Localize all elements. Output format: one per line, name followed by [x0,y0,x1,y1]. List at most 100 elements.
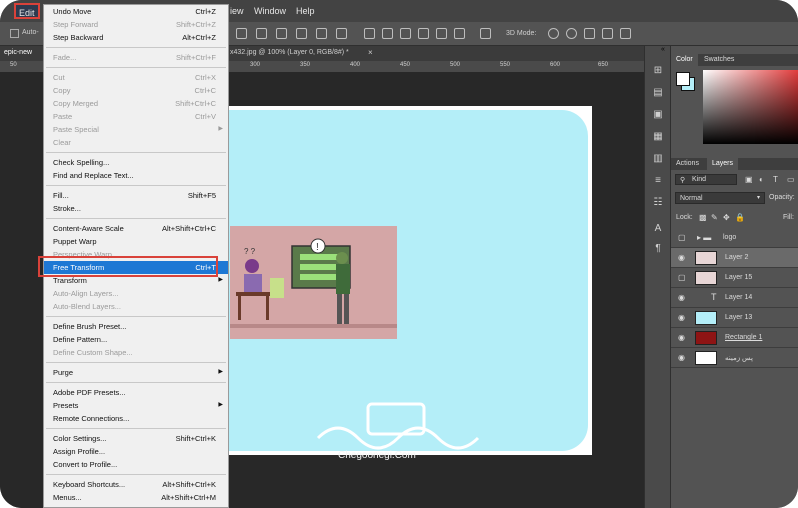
menu-item-auto-align-layers[interactable]: Auto-Align Layers... [44,287,228,300]
3d-roll-icon[interactable] [566,28,577,39]
layer-row[interactable]: ▢ Layer 15 [671,268,798,288]
menu-item-remote-connections[interactable]: Remote Connections... [44,412,228,425]
menu-item-cut[interactable]: Cut Ctrl+X [44,71,228,84]
tab-color[interactable]: Color [671,54,698,66]
filter-type-icon[interactable]: T [773,175,778,184]
menu-item-paste-special[interactable]: Paste Special ▶ [44,123,228,136]
menu-item-free-transform[interactable]: Free Transform Ctrl+T [44,261,228,274]
distribute-hcenter-icon[interactable] [436,28,447,39]
menu-item-perspective-warp[interactable]: Perspective Warp [44,248,228,261]
menu-item-color-settings[interactable]: Color Settings... Shift+Ctrl+K [44,432,228,445]
swatches-icon[interactable]: ▥ [651,152,665,166]
menu-item-copy[interactable]: Copy Ctrl+C [44,84,228,97]
distribute-vcenter-icon[interactable] [382,28,393,39]
brush-presets-icon[interactable]: ≡ [651,174,665,188]
menu-item-copy-merged[interactable]: Copy Merged Shift+Ctrl+C [44,97,228,110]
lock-position-icon[interactable]: ✥ [723,213,730,222]
tab-left-document[interactable]: epic-new [4,49,32,56]
color-picker-field[interactable] [703,70,798,144]
layer-row[interactable]: ◉ T Layer 14 [671,288,798,308]
filter-shape-icon[interactable]: ▭ [787,175,795,184]
filter-adjustment-icon[interactable]: ◐ [759,175,764,184]
layer-row[interactable]: ◉ پس زمینه [671,348,798,368]
align-bottom-icon[interactable] [276,28,287,39]
layer-row[interactable]: ◉ Layer 13 [671,308,798,328]
eye-icon[interactable]: ◉ [678,313,685,322]
menu-item-purge[interactable]: Purge ▶ [44,366,228,379]
tab-actions[interactable]: Actions [671,158,704,170]
layer-filter-kind-select[interactable]: ⚲ Kind [675,174,737,185]
menu-item-define-brush-preset[interactable]: Define Brush Preset... [44,320,228,333]
properties-icon[interactable]: ▤ [651,86,665,100]
document-canvas[interactable]: ! ? ? Chegoonegi.Com [170,106,592,461]
align-top-icon[interactable] [236,28,247,39]
distribute-top-icon[interactable] [364,28,375,39]
align-hcenter-icon[interactable] [316,28,327,39]
menu-item-adobe-pdf-presets[interactable]: Adobe PDF Presets... [44,386,228,399]
menu-item-fade[interactable]: Fade... Shift+Ctrl+F [44,51,228,64]
menu-item-clear[interactable]: Clear [44,136,228,149]
info-icon[interactable]: ▦ [651,130,665,144]
tab-layers[interactable]: Layers [707,158,739,170]
menu-item-puppet-warp[interactable]: Puppet Warp [44,235,228,248]
lock-pixels-icon[interactable]: ✎ [711,213,718,222]
menu-window[interactable]: Window [250,0,290,22]
menu-item-assign-profile[interactable]: Assign Profile... [44,445,228,458]
menu-item-menus[interactable]: Menus... Alt+Shift+Ctrl+M [44,491,228,504]
collapse-panels-icon[interactable]: « [661,46,665,53]
menu-edit[interactable]: Edit [14,3,40,19]
eye-icon[interactable]: ◉ [678,333,685,342]
3d-pan-icon[interactable] [584,28,595,39]
tab-close-button[interactable]: × [368,48,373,57]
menu-view[interactable]: iew [226,0,248,22]
auto-select-checkbox[interactable] [10,29,19,38]
menu-item-fill[interactable]: Fill... Shift+F5 [44,189,228,202]
eye-icon[interactable]: ◉ [678,253,685,262]
layer-row[interactable]: ▢ ▸ ▬ logo [671,228,798,248]
distribute-bottom-icon[interactable] [400,28,411,39]
menu-item-check-spelling[interactable]: Check Spelling... [44,156,228,169]
menu-item-find-and-replace-text[interactable]: Find and Replace Text... [44,169,228,182]
paragraph-icon[interactable]: ¶ [651,242,665,256]
hidden-visibility-box[interactable]: ▢ [678,273,686,282]
hidden-visibility-box[interactable]: ▢ [678,233,686,242]
menu-item-undo-move[interactable]: Undo Move Ctrl+Z [44,5,228,18]
blend-mode-select[interactable]: Normal ▾ [675,192,765,204]
eye-icon[interactable]: ◉ [678,353,685,362]
menu-item-content-aware-scale[interactable]: Content-Aware Scale Alt+Shift+Ctrl+C [44,222,228,235]
3d-scale-icon[interactable] [620,28,631,39]
distribute-left-icon[interactable] [418,28,429,39]
menu-item-transform[interactable]: Transform ▶ [44,274,228,287]
foreground-color-swatch[interactable] [676,72,690,86]
tab-swatches[interactable]: Swatches [699,54,739,66]
menu-item-define-custom-shape[interactable]: Define Custom Shape... [44,346,228,359]
menu-item-paste[interactable]: Paste Ctrl+V [44,110,228,123]
3d-slide-icon[interactable] [602,28,613,39]
adjustments-icon[interactable]: ▣ [651,108,665,122]
layer-2-illustration[interactable]: ! ? ? [230,226,397,339]
menu-help[interactable]: Help [292,0,319,22]
history-icon[interactable]: ⊞ [651,64,665,78]
align-left-icon[interactable] [296,28,307,39]
layer-row[interactable]: ◉ Rectangle 1 [671,328,798,348]
layer-row[interactable]: ◉ Layer 2 [671,248,798,268]
menu-item-stroke[interactable]: Stroke... [44,202,228,215]
tab-active-document[interactable]: x432.jpg @ 100% (Layer 0, RGB/8#) * [230,49,349,56]
menu-item-define-pattern[interactable]: Define Pattern... [44,333,228,346]
folder-icon[interactable]: ▸ ▬ [697,233,711,242]
align-vcenter-icon[interactable] [256,28,267,39]
menu-item-convert-to-profile[interactable]: Convert to Profile... [44,458,228,471]
menu-item-step-forward[interactable]: Step Forward Shift+Ctrl+Z [44,18,228,31]
lock-all-icon[interactable]: 🔒 [735,213,745,222]
auto-align-icon[interactable] [480,28,491,39]
clone-source-icon[interactable]: ☷ [651,196,665,210]
menu-item-auto-blend-layers[interactable]: Auto-Blend Layers... [44,300,228,313]
3d-rotate-icon[interactable] [548,28,559,39]
distribute-right-icon[interactable] [454,28,465,39]
lock-transparent-icon[interactable]: ▩ [699,213,707,222]
menu-item-step-backward[interactable]: Step Backward Alt+Ctrl+Z [44,31,228,44]
filter-pixel-icon[interactable]: ▣ [745,175,753,184]
menu-item-keyboard-shortcuts[interactable]: Keyboard Shortcuts... Alt+Shift+Ctrl+K [44,478,228,491]
eye-icon[interactable]: ◉ [678,293,685,302]
menu-item-presets[interactable]: Presets ▶ [44,399,228,412]
